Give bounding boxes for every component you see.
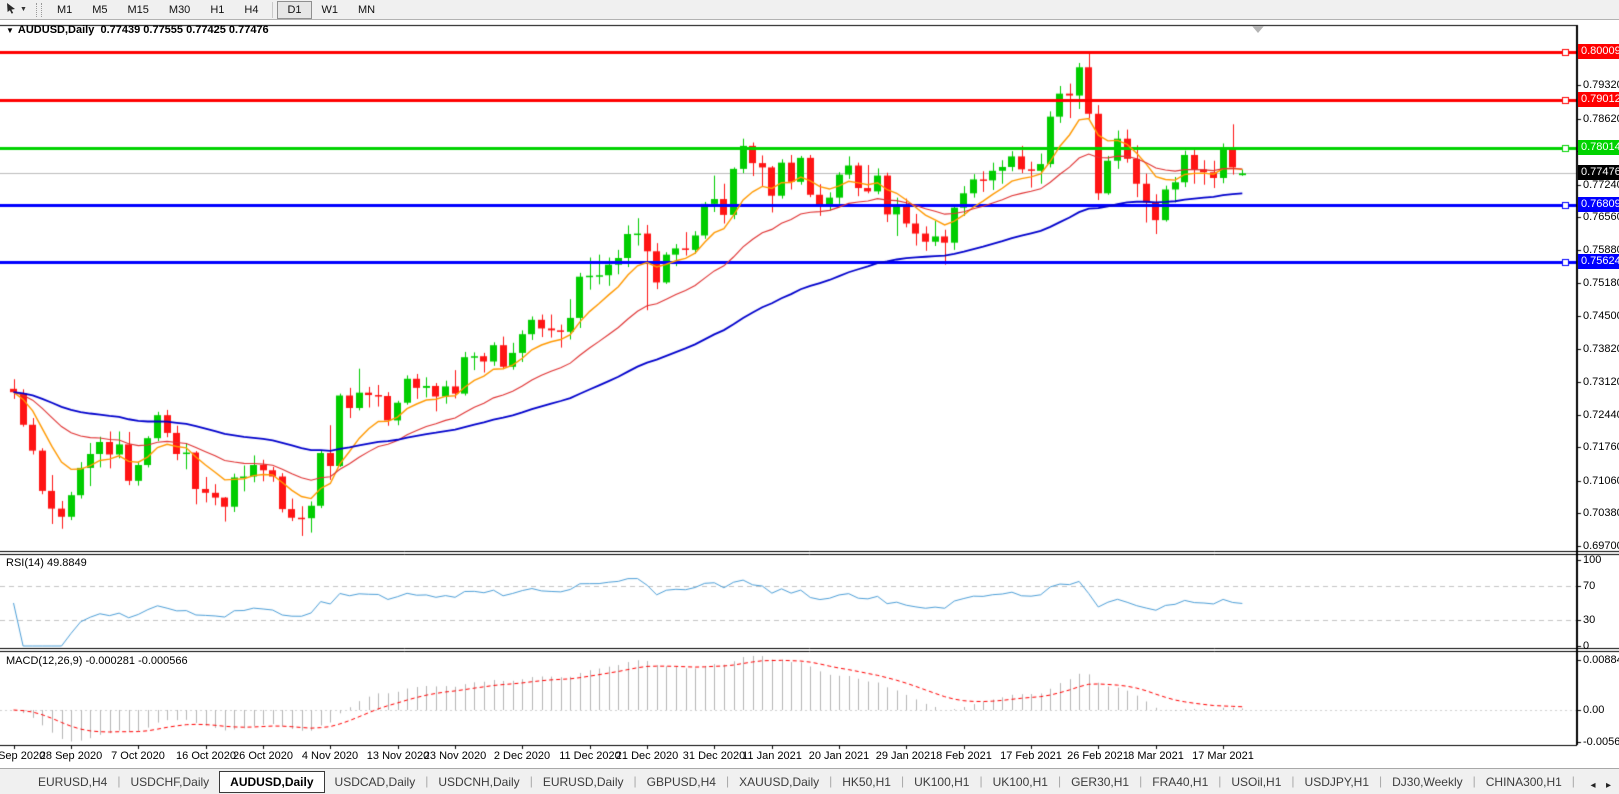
hline-price-label: 0.75624 [1578, 254, 1619, 269]
timeframe-button-m5[interactable]: M5 [82, 1, 117, 19]
timeframe-toolbar: ▼ M1M5M15M30H1H4 D1W1MN [0, 0, 1619, 20]
date-axis-tick: 26 Feb 2021 [1067, 750, 1129, 762]
timeframe-button-mn[interactable]: MN [348, 1, 385, 19]
tab-scroll-arrows: ◂ ▸ [1574, 769, 1619, 794]
macd-axis-tick: -0.005651 [1583, 735, 1619, 749]
price-axis-tick: 0.71060 [1583, 474, 1619, 488]
price-axis-tick: 0.75180 [1583, 276, 1619, 290]
chart-cursor-tool[interactable]: ▼ [2, 1, 31, 19]
price-axis-tick: 0.70380 [1583, 506, 1619, 520]
rsi-axis-tick: 100 [1583, 553, 1601, 567]
date-axis-tick: 8 Mar 2021 [1128, 750, 1184, 762]
chart-tab-fra40-h1[interactable]: FRA40,H1 [1142, 771, 1218, 793]
date-axis-tick: 21 Dec 2020 [616, 750, 678, 762]
chart-title: ▼ AUDUSD,Daily 0.77439 0.77555 0.77425 0.… [6, 24, 269, 36]
date-axis-tick: 20 Jan 2021 [809, 750, 870, 762]
cursor-icon [6, 1, 17, 19]
chart-tab-uk100-h1[interactable]: UK100,H1 [904, 771, 979, 793]
price-axis-tick: 0.71760 [1583, 440, 1619, 454]
chart-tab-gbpusd-h4[interactable]: GBPUSD,H4 [637, 771, 726, 793]
date-axis-tick: 31 Dec 2020 [683, 750, 745, 762]
price-axis-tick: 0.78620 [1583, 112, 1619, 126]
hline-price-label: 0.78014 [1578, 140, 1619, 155]
timeframe-buttons: M1M5M15M30H1H4 D1W1MN [47, 1, 385, 19]
chart-tab-usdcad-daily[interactable]: USDCAD,Daily [325, 771, 426, 793]
chart-tab-ger30-h1[interactable]: GER30,H1 [1061, 771, 1139, 793]
chart-tab-xauusd-daily[interactable]: XAUUSD,Daily [729, 771, 829, 793]
chart-ohlc-values: 0.77439 0.77555 0.77425 0.77476 [100, 24, 268, 36]
price-axis-tick: 0.77240 [1583, 178, 1619, 192]
rsi-axis-tick: 70 [1583, 579, 1595, 593]
chart-tab-china300-h1[interactable]: CHINA300,H1 [1476, 771, 1572, 793]
price-axis-tick: 0.73820 [1583, 342, 1619, 356]
hline-price-label: 0.76809 [1578, 197, 1619, 212]
price-axis-tick: 0.76560 [1583, 210, 1619, 224]
chart-tab-hk50-h1[interactable]: HK50,H1 [832, 771, 901, 793]
chart-tab-uk100-h1[interactable]: UK100,H1 [983, 771, 1058, 793]
date-axis-tick: 8 Feb 2021 [936, 750, 992, 762]
date-axis-tick: 29 Jan 2021 [876, 750, 937, 762]
timeframe-button-h1[interactable]: H1 [200, 1, 234, 19]
tab-scroll-right-icon[interactable]: ▸ [1606, 780, 1611, 791]
timeframe-button-w1[interactable]: W1 [312, 1, 349, 19]
hline-price-label: 0.80009 [1578, 44, 1619, 59]
chart-symbol-label: AUDUSD,Daily [18, 24, 94, 36]
timeframe-button-h4[interactable]: H4 [234, 1, 268, 19]
chart-tab-dj30-weekly[interactable]: DJ30,Weekly [1382, 771, 1472, 793]
chart-tabs-bar: EURUSD,H4|USDCHF,DailyAUDUSD,DailyUSDCAD… [0, 768, 1619, 794]
date-axis-tick: 28 Sep 2020 [40, 750, 102, 762]
timeframe-button-m1[interactable]: M1 [47, 1, 82, 19]
rsi-axis-tick: 0 [1583, 639, 1589, 653]
price-axis-tick: 0.69700 [1583, 539, 1619, 553]
tab-scroll-left-icon[interactable]: ◂ [1590, 780, 1595, 791]
hline-price-label: 0.79012 [1578, 92, 1619, 107]
date-axis-tick: 2 Dec 2020 [494, 750, 550, 762]
toolbar-grip[interactable] [36, 3, 42, 17]
date-axis-tick: 4 Nov 2020 [302, 750, 358, 762]
date-axis-tick: 11 Jan 2021 [742, 750, 802, 762]
chevron-down-icon: ▼ [20, 6, 27, 13]
mt4-terminal: { "toolbar": { "tool_icon": "cursor-arro… [0, 0, 1619, 794]
macd-axis-tick: 0.00884 [1583, 653, 1619, 667]
toolbar-divider [272, 2, 273, 18]
price-axis-tick: 0.74500 [1583, 309, 1619, 323]
date-axis-tick: 13 Nov 2020 [367, 750, 429, 762]
date-axis-tick: 17 Mar 2021 [1192, 750, 1254, 762]
chart-shift-marker[interactable] [1252, 26, 1264, 33]
rsi-indicator-label: RSI(14) 49.8849 [6, 557, 87, 569]
date-axis-tick: 23 Nov 2020 [424, 750, 486, 762]
timeframe-button-m30[interactable]: M30 [159, 1, 200, 19]
date-axis-tick: 11 Dec 2020 [559, 750, 621, 762]
date-axis-tick: 18 Sep 2020 [0, 750, 45, 762]
rsi-axis-tick: 30 [1583, 613, 1595, 627]
price-chart-canvas[interactable] [0, 20, 1619, 768]
price-axis-tick: 0.79320 [1583, 78, 1619, 92]
timeframe-button-d1[interactable]: D1 [277, 1, 311, 19]
current-price-label: 0.77476 [1578, 165, 1619, 180]
macd-axis-tick: 0.00 [1583, 703, 1604, 717]
collapse-icon: ▼ [6, 26, 14, 35]
date-axis-tick: 7 Oct 2020 [111, 750, 165, 762]
chart-tab-audusd-daily[interactable]: AUDUSD,Daily [219, 771, 324, 793]
price-axis-tick: 0.72440 [1583, 408, 1619, 422]
chart-tab-eurusd-daily[interactable]: EURUSD,Daily [533, 771, 634, 793]
chart-tab-usdjpy-h1[interactable]: USDJPY,H1 [1295, 771, 1379, 793]
timeframe-button-m15[interactable]: M15 [118, 1, 159, 19]
chart-tab-usdcnh-daily[interactable]: USDCNH,Daily [428, 771, 529, 793]
date-axis-tick: 17 Feb 2021 [1000, 750, 1062, 762]
price-axis-tick: 0.73120 [1583, 375, 1619, 389]
chart-tab-usdchf-daily[interactable]: USDCHF,Daily [120, 771, 219, 793]
chart-tab-usoil-h1[interactable]: USOil,H1 [1221, 771, 1291, 793]
date-axis-tick: 26 Oct 2020 [233, 750, 293, 762]
date-axis-tick: 16 Oct 2020 [176, 750, 236, 762]
chart-tab-eurusd-h4[interactable]: EURUSD,H4 [28, 771, 117, 793]
chart-area: ▼ AUDUSD,Daily 0.77439 0.77555 0.77425 0.… [0, 20, 1619, 768]
macd-indicator-label: MACD(12,26,9) -0.000281 -0.000566 [6, 655, 188, 667]
